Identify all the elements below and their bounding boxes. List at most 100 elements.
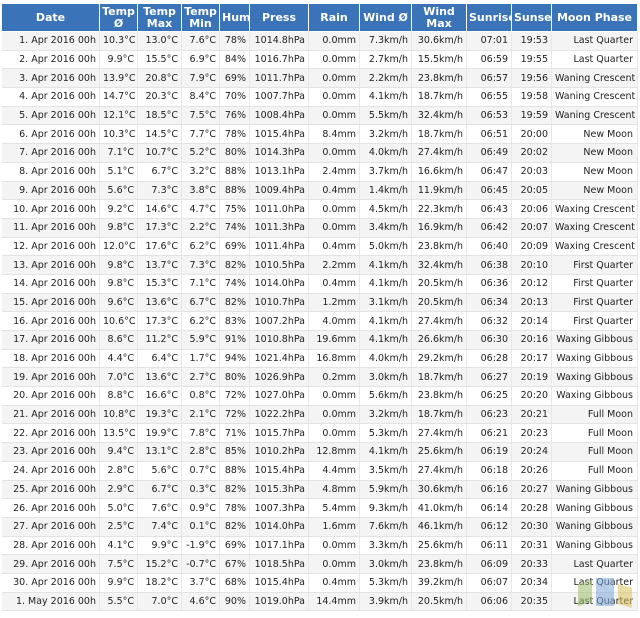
wind-max-cell: 23.8km/h [411,386,467,406]
temp-min-cell: 6.2°C [181,311,220,331]
temp-max-cell: 13.6°C [137,293,182,313]
wind-max-cell: 11.9km/h [411,181,467,201]
moon-phase-cell: Waxing Gibbous [551,330,638,350]
wind-max-cell: 18.7km/h [411,124,467,145]
table-row: 14. Apr 2016 00h 9.8°C 15.3°C 7.1°C 74% 1014.… [1,274,638,294]
wind-max-cell: 15.5km/h [411,50,467,70]
sunrise-cell: 06:12 [466,517,512,537]
table-row: 17. Apr 2016 00h 8.6°C 11.2°C 5.9°C 91% 1010.… [1,330,638,350]
column-header-temp[interactable]: Temp Ø [99,3,138,32]
pressure-cell: 1018.5hPa [249,554,309,574]
temp-cell: 5.5°C [99,592,138,612]
temp-max-cell: 6.7°C [137,480,182,500]
date-cell: 8. Apr 2016 00h [1,162,100,182]
wind-max-cell: 25.6km/h [411,442,467,462]
column-header-humidity[interactable]: Hum [219,3,250,32]
date-cell: 24. Apr 2016 00h [1,461,100,481]
wind-max-cell: 26.6km/h [411,330,467,350]
wind-cell: 5.3km/h [359,423,412,444]
sunrise-cell: 06:45 [466,181,512,201]
temp-cell: 8.8°C [99,386,138,406]
wind-cell: 3.0km/h [359,554,412,574]
wind-cell: 5.5km/h [359,106,412,126]
column-header-moon-phase[interactable]: Moon Phase [551,3,638,32]
pressure-cell: 1009.4hPa [249,181,309,201]
pressure-cell: 1014.3hPa [249,143,309,163]
temp-cell: 2.5°C [99,517,138,537]
humidity-cell: 82% [219,293,250,313]
rain-cell: 0.0mm [308,423,360,444]
wind-cell: 9.3km/h [359,498,412,518]
sunset-cell: 20:00 [511,124,552,145]
sunset-cell: 20:31 [511,536,552,556]
moon-phase-cell: Waning Gibbous [551,536,638,556]
sunset-cell: 20:14 [511,311,552,331]
sunrise-cell: 06:25 [466,386,512,406]
table-row: 22. Apr 2016 00h 13.5°C 19.9°C 7.8°C 71% 1015… [1,423,638,444]
temp-max-cell: 16.6°C [137,386,182,406]
pressure-cell: 1011.7hPa [249,68,309,89]
rain-cell: 0.0mm [308,199,360,219]
sunset-cell: 20:13 [511,293,552,313]
temp-cell: 8.6°C [99,330,138,350]
sunset-cell: 19:53 [511,31,552,51]
rain-cell: 0.4mm [308,181,360,201]
table-row: 20. Apr 2016 00h 8.8°C 16.6°C 0.8°C 72% 1027.… [1,386,638,406]
humidity-cell: 71% [219,423,250,444]
temp-cell: 2.9°C [99,480,138,500]
sunrise-cell: 06:19 [466,442,512,462]
humidity-cell: 69% [219,237,250,257]
column-header-wind-max[interactable]: Wind Max [411,3,467,32]
wind-cell: 3.0km/h [359,367,412,388]
rain-cell: 0.0mm [308,218,360,238]
moon-phase-cell: New Moon [551,181,638,201]
column-header-pressure[interactable]: Press [249,3,309,32]
column-header-rain[interactable]: Rain [308,3,360,32]
moon-phase-cell: Waxing Crescent [551,199,638,219]
date-cell: 14. Apr 2016 00h [1,274,100,294]
rain-cell: 0.0mm [308,50,360,70]
temp-min-cell: 0.7°C [181,461,220,481]
humidity-cell: 88% [219,461,250,481]
sunset-cell: 19:58 [511,87,552,107]
rain-cell: 1.6mm [308,517,360,537]
wind-cell: 2.7km/h [359,50,412,70]
moon-phase-cell: Waning Crescent [551,87,638,107]
column-header-sunrise[interactable]: Sunrise [466,3,512,32]
rain-cell: 2.4mm [308,162,360,182]
wind-max-cell: 23.8km/h [411,554,467,574]
rain-cell: 14.4mm [308,592,360,612]
humidity-cell: 68% [219,573,250,593]
sunrise-cell: 06:43 [466,199,512,219]
column-header-sunset[interactable]: Sunset [511,3,552,32]
date-cell: 27. Apr 2016 00h [1,517,100,537]
column-header-temp-max[interactable]: Temp Max [137,3,182,32]
rain-cell: 4.8mm [308,480,360,500]
pressure-cell: 1022.2hPa [249,405,309,425]
temp-min-cell: 6.9°C [181,50,220,70]
temp-min-cell: 6.7°C [181,293,220,313]
column-header-temp-min[interactable]: Temp Min [181,3,220,32]
wind-cell: 3.2km/h [359,405,412,425]
rain-cell: 0.0mm [308,31,360,51]
pressure-cell: 1010.8hPa [249,330,309,350]
table-row: 9. Apr 2016 00h 5.6°C 7.3°C 3.8°C 88% 1009.4h… [1,181,638,201]
table-row: 5. Apr 2016 00h 12.1°C 18.5°C 7.5°C 76% 1008.… [1,106,638,126]
temp-cell: 5.6°C [99,181,138,201]
wind-max-cell: 46.1km/h [411,517,467,537]
rain-cell: 4.0mm [308,311,360,331]
wind-cell: 4.1km/h [359,330,412,350]
temp-min-cell: 7.3°C [181,255,220,275]
rain-cell: 0.2mm [308,367,360,388]
column-header-wind[interactable]: Wind Ø [359,3,412,32]
sunset-cell: 20:33 [511,554,552,574]
temp-max-cell: 10.7°C [137,143,182,163]
table-row: 1. Apr 2016 00h 10.3°C 13.0°C 7.6°C 78% 1014.… [1,31,638,51]
pressure-cell: 1027.0hPa [249,386,309,406]
table-row: 4. Apr 2016 00h 14.7°C 20.3°C 8.4°C 70% 1007.… [1,87,638,107]
wind-cell: 3.7km/h [359,162,412,182]
humidity-cell: 80% [219,143,250,163]
wind-max-cell: 27.4km/h [411,423,467,444]
column-header-date[interactable]: Date [1,3,100,32]
date-cell: 11. Apr 2016 00h [1,218,100,238]
